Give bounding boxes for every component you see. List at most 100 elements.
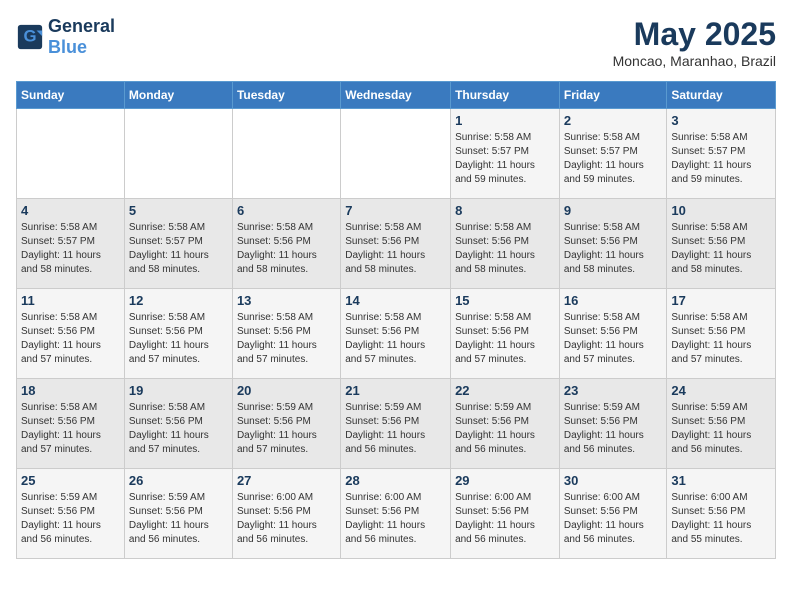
day-info: Sunrise: 5:58 AM Sunset: 5:57 PM Dayligh… [455, 131, 555, 187]
day-info: Sunrise: 5:58 AM Sunset: 5:56 PM Dayligh… [564, 311, 663, 367]
day-info: Sunrise: 5:59 AM Sunset: 5:56 PM Dayligh… [671, 401, 771, 457]
day-number: 5 [129, 203, 228, 218]
calendar-cell: 4 Sunrise: 5:58 AM Sunset: 5:57 PM Daylig… [17, 199, 125, 289]
calendar-body: 1 Sunrise: 5:58 AM Sunset: 5:57 PM Daylig… [17, 109, 776, 559]
calendar-cell: 24 Sunrise: 5:59 AM Sunset: 5:56 PM Dayli… [667, 379, 776, 469]
calendar-header: SundayMondayTuesdayWednesdayThursdayFrid… [17, 82, 776, 109]
day-number: 4 [21, 203, 120, 218]
calendar-cell: 5 Sunrise: 5:58 AM Sunset: 5:57 PM Daylig… [124, 199, 232, 289]
weekday-header-thursday: Thursday [451, 82, 560, 109]
day-info: Sunrise: 5:58 AM Sunset: 5:56 PM Dayligh… [345, 311, 446, 367]
calendar-cell: 15 Sunrise: 5:58 AM Sunset: 5:56 PM Dayli… [451, 289, 560, 379]
calendar-week-3: 11 Sunrise: 5:58 AM Sunset: 5:56 PM Dayli… [17, 289, 776, 379]
day-info: Sunrise: 5:58 AM Sunset: 5:56 PM Dayligh… [237, 221, 336, 277]
svg-text:G: G [23, 27, 36, 46]
location-subtitle: Moncao, Maranhao, Brazil [613, 53, 776, 69]
day-number: 18 [21, 383, 120, 398]
calendar-cell [232, 109, 340, 199]
day-info: Sunrise: 5:59 AM Sunset: 5:56 PM Dayligh… [21, 491, 120, 547]
calendar-week-4: 18 Sunrise: 5:58 AM Sunset: 5:56 PM Dayli… [17, 379, 776, 469]
weekday-header-friday: Friday [559, 82, 667, 109]
calendar-cell: 11Sunrise: 5:58 AM Sunset: 5:56 PM Dayli… [17, 289, 125, 379]
day-info: Sunrise: 5:58 AM Sunset: 5:57 PM Dayligh… [564, 131, 663, 187]
weekday-header-sunday: Sunday [17, 82, 125, 109]
day-info: Sunrise: 5:58 AM Sunset: 5:56 PM Dayligh… [671, 221, 771, 277]
day-number: 1 [455, 113, 555, 128]
day-number: 8 [455, 203, 555, 218]
day-number: 3 [671, 113, 771, 128]
day-number: 15 [455, 293, 555, 308]
day-info: Sunrise: 5:58 AM Sunset: 5:56 PM Dayligh… [455, 311, 555, 367]
title-block: May 2025 Moncao, Maranhao, Brazil [613, 16, 776, 69]
day-info: Sunrise: 5:58 AM Sunset: 5:56 PM Dayligh… [671, 311, 771, 367]
day-info: Sunrise: 5:58 AM Sunset: 5:56 PM Dayligh… [564, 221, 663, 277]
calendar-cell: 25 Sunrise: 5:59 AM Sunset: 5:56 PM Dayli… [17, 469, 125, 559]
calendar-week-1: 1 Sunrise: 5:58 AM Sunset: 5:57 PM Daylig… [17, 109, 776, 199]
weekday-header-saturday: Saturday [667, 82, 776, 109]
month-year-title: May 2025 [613, 16, 776, 53]
day-info: Sunrise: 6:00 AM Sunset: 5:56 PM Dayligh… [671, 491, 771, 547]
calendar-cell: 20 Sunrise: 5:59 AM Sunset: 5:56 PM Dayli… [232, 379, 340, 469]
day-number: 24 [671, 383, 771, 398]
day-number: 21 [345, 383, 446, 398]
day-number: 25 [21, 473, 120, 488]
calendar-cell: 21 Sunrise: 5:59 AM Sunset: 5:56 PM Dayli… [341, 379, 451, 469]
day-info: Sunrise: 5:58 AM Sunset: 5:56 PM Dayligh… [129, 401, 228, 457]
day-info: Sunrise: 5:58 AM Sunset: 5:56 PM Dayligh… [237, 311, 336, 367]
day-number: 22 [455, 383, 555, 398]
calendar-cell: 30 Sunrise: 6:00 AM Sunset: 5:56 PM Dayli… [559, 469, 667, 559]
calendar-cell: 23 Sunrise: 5:59 AM Sunset: 5:56 PM Dayli… [559, 379, 667, 469]
day-info: Sunrise: 6:00 AM Sunset: 5:56 PM Dayligh… [455, 491, 555, 547]
calendar-cell: 7Sunrise: 5:58 AM Sunset: 5:56 PM Daylig… [341, 199, 451, 289]
day-info: Sunrise: 6:00 AM Sunset: 5:56 PM Dayligh… [564, 491, 663, 547]
day-number: 20 [237, 383, 336, 398]
day-info: Sunrise: 5:59 AM Sunset: 5:56 PM Dayligh… [129, 491, 228, 547]
calendar-cell: 2 Sunrise: 5:58 AM Sunset: 5:57 PM Daylig… [559, 109, 667, 199]
calendar-cell: 9 Sunrise: 5:58 AM Sunset: 5:56 PM Daylig… [559, 199, 667, 289]
day-info: Sunrise: 6:00 AM Sunset: 5:56 PM Dayligh… [345, 491, 446, 547]
calendar-cell: 31Sunrise: 6:00 AM Sunset: 5:56 PM Dayli… [667, 469, 776, 559]
day-info: Sunrise: 5:58 AM Sunset: 5:56 PM Dayligh… [455, 221, 555, 277]
calendar-cell [17, 109, 125, 199]
calendar-cell: 16Sunrise: 5:58 AM Sunset: 5:56 PM Dayli… [559, 289, 667, 379]
weekday-header-monday: Monday [124, 82, 232, 109]
day-number: 11 [21, 293, 120, 308]
calendar-cell: 8 Sunrise: 5:58 AM Sunset: 5:56 PM Daylig… [451, 199, 560, 289]
page-header: G General Blue May 2025 Moncao, Maranhao… [16, 16, 776, 69]
day-number: 28 [345, 473, 446, 488]
day-info: Sunrise: 5:59 AM Sunset: 5:56 PM Dayligh… [455, 401, 555, 457]
logo: G General Blue [16, 16, 115, 58]
day-info: Sunrise: 5:58 AM Sunset: 5:56 PM Dayligh… [345, 221, 446, 277]
calendar-week-2: 4 Sunrise: 5:58 AM Sunset: 5:57 PM Daylig… [17, 199, 776, 289]
calendar-cell: 14Sunrise: 5:58 AM Sunset: 5:56 PM Dayli… [341, 289, 451, 379]
calendar-cell: 29 Sunrise: 6:00 AM Sunset: 5:56 PM Dayli… [451, 469, 560, 559]
day-number: 2 [564, 113, 663, 128]
day-info: Sunrise: 5:59 AM Sunset: 5:56 PM Dayligh… [564, 401, 663, 457]
day-number: 10 [671, 203, 771, 218]
day-number: 27 [237, 473, 336, 488]
day-number: 23 [564, 383, 663, 398]
calendar-cell [341, 109, 451, 199]
day-number: 13 [237, 293, 336, 308]
day-info: Sunrise: 5:59 AM Sunset: 5:56 PM Dayligh… [237, 401, 336, 457]
calendar-cell: 12Sunrise: 5:58 AM Sunset: 5:56 PM Dayli… [124, 289, 232, 379]
weekday-header-tuesday: Tuesday [232, 82, 340, 109]
day-info: Sunrise: 5:58 AM Sunset: 5:56 PM Dayligh… [21, 401, 120, 457]
calendar-cell: 19Sunrise: 5:58 AM Sunset: 5:56 PM Dayli… [124, 379, 232, 469]
day-info: Sunrise: 5:58 AM Sunset: 5:57 PM Dayligh… [671, 131, 771, 187]
day-info: Sunrise: 5:58 AM Sunset: 5:57 PM Dayligh… [21, 221, 120, 277]
logo-icon: G [16, 23, 44, 51]
day-info: Sunrise: 5:58 AM Sunset: 5:57 PM Dayligh… [129, 221, 228, 277]
day-number: 30 [564, 473, 663, 488]
calendar-cell: 3 Sunrise: 5:58 AM Sunset: 5:57 PM Daylig… [667, 109, 776, 199]
day-number: 29 [455, 473, 555, 488]
day-number: 17 [671, 293, 771, 308]
calendar-cell: 1 Sunrise: 5:58 AM Sunset: 5:57 PM Daylig… [451, 109, 560, 199]
calendar-cell: 18 Sunrise: 5:58 AM Sunset: 5:56 PM Dayli… [17, 379, 125, 469]
day-info: Sunrise: 5:59 AM Sunset: 5:56 PM Dayligh… [345, 401, 446, 457]
day-number: 9 [564, 203, 663, 218]
calendar-cell: 27Sunrise: 6:00 AM Sunset: 5:56 PM Dayli… [232, 469, 340, 559]
calendar-cell: 17 Sunrise: 5:58 AM Sunset: 5:56 PM Dayli… [667, 289, 776, 379]
weekday-header-wednesday: Wednesday [341, 82, 451, 109]
day-number: 26 [129, 473, 228, 488]
